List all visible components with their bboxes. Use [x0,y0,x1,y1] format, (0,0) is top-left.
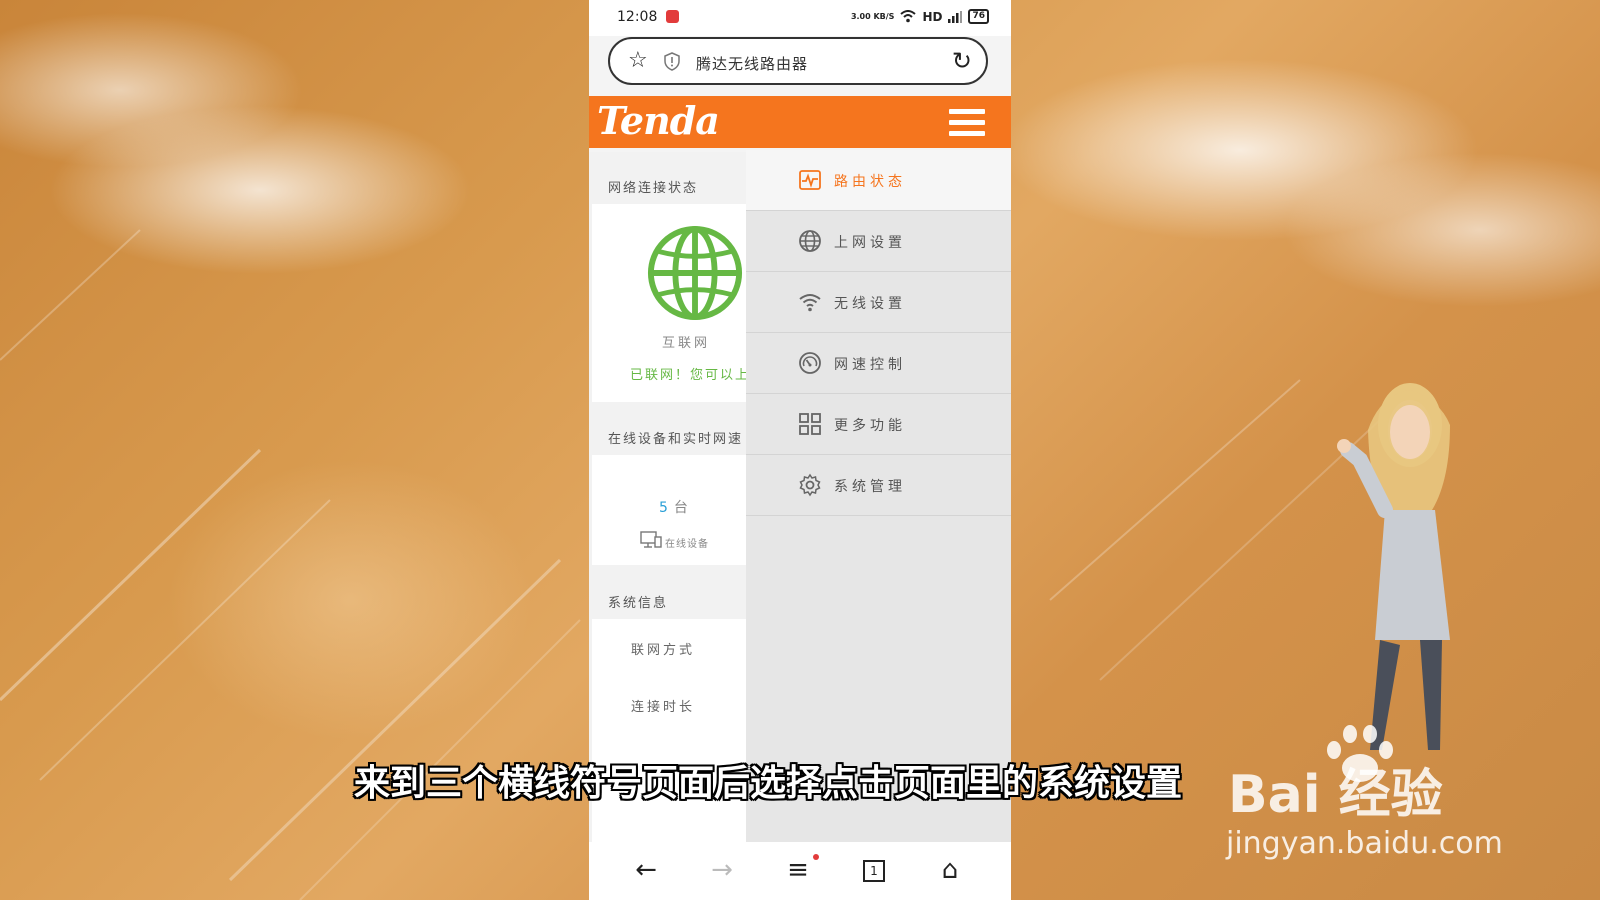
video-subtitle: 来到三个横线符号页面后选择点击页面里的系统设置 [354,763,1183,804]
reload-icon[interactable]: ↻ [952,48,972,74]
menu-label: 路由状态 [834,174,906,190]
back-arrow-icon[interactable]: ← [626,852,666,888]
speedometer-icon [799,352,821,374]
gear-icon [799,473,821,497]
menu-label: 无线设置 [834,296,906,312]
internet-card: 互联网 已联网！您可以上 [592,204,748,402]
online-devices-label: 在线设备 [665,539,709,550]
wifi-signal-icon [900,10,917,23]
network-status-title: 网络连接状态 [608,181,699,196]
menu-item-more-features[interactable]: 更多功能 [746,394,1011,455]
tenda-logo: Tenda [597,98,720,143]
menu-item-wireless-settings[interactable]: 无线设置 [746,272,1011,333]
browser-nav-bar: ← → ≡ 1 ⌂ [589,842,1011,900]
network-speed: 3.00 KB/S [850,11,895,21]
menu-item-speed-control[interactable]: 网速控制 [746,333,1011,394]
devices-icon [640,531,662,548]
wifi-icon [799,294,821,312]
menu-item-internet-settings[interactable]: 上网设置 [746,211,1011,272]
devices-card[interactable]: 5台 在线设备 [592,455,746,565]
grid-icon [799,413,821,435]
address-bar[interactable]: ☆ 腾达无线路由器 ↻ [608,37,988,85]
menu-item-system-management[interactable]: 系统管理 [746,455,1011,516]
menu-icon[interactable]: ≡ [778,852,818,888]
notification-dot [813,854,819,860]
hamburger-menu-icon[interactable] [949,109,985,137]
menu-label: 上网设置 [834,235,906,251]
shield-icon[interactable] [664,52,680,71]
tabs-icon[interactable]: 1 [854,852,894,888]
menu-label: 更多功能 [834,418,906,434]
home-icon[interactable]: ⌂ [930,852,970,888]
status-bar: 12:08 3.00 KB/S HD 76 [589,0,1011,36]
menu-item-router-status[interactable]: 路由状态 [746,150,1011,211]
device-count: 5台 [659,500,688,516]
globe-icon [799,230,821,252]
forward-arrow-icon[interactable]: → [702,852,742,888]
globe-icon [647,225,743,321]
pulse-icon [799,170,821,190]
cell-signal-icon [948,10,963,23]
info-row-connection-type: 联网方式 [631,643,696,658]
bookmark-star-icon[interactable]: ☆ [628,49,648,73]
tenda-header: Tenda [589,96,1011,148]
baidu-watermark-url: jingyan.baidu.com [1226,826,1503,861]
system-info-title: 系统信息 [608,596,669,611]
network-type: HD [922,9,943,24]
internet-label: 互联网 [662,336,711,351]
system-info-card: 联网方式 连接时长 [592,619,746,879]
status-time: 12:08 [617,9,658,25]
status-icons: 3.00 KB/S HD 76 [851,9,989,24]
page-title[interactable]: 腾达无线路由器 [696,53,808,74]
menu-label: 系统管理 [834,479,906,495]
connected-status: 已联网！您可以上 [630,368,751,383]
recording-icon [666,10,679,23]
baidu-watermark-logo: Bai 经验 [1228,765,1443,825]
menu-label: 网速控制 [834,357,906,373]
battery-icon: 76 [968,9,989,24]
info-row-uptime: 连接时长 [631,700,696,715]
devices-title: 在线设备和实时网速 [608,432,744,447]
